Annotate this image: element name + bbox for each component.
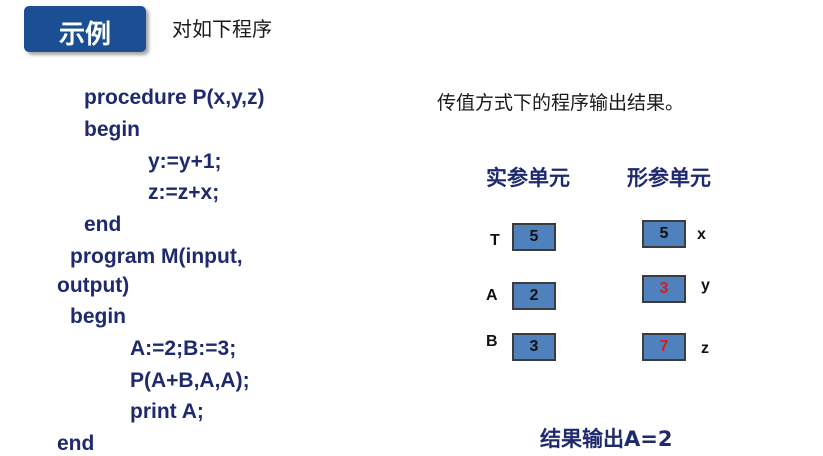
actual-cell: 2 — [512, 282, 556, 310]
code-line: print A; — [130, 400, 204, 423]
code-line: begin — [70, 305, 126, 328]
formal-cell-value: 5 — [659, 225, 669, 242]
formal-cell: 5 — [642, 220, 686, 248]
slide-subtitle: 对如下程序 — [172, 17, 272, 41]
formal-cell-value: 7 — [659, 338, 669, 355]
description-text: 传值方式下的程序输出结果。 — [437, 92, 685, 114]
formal-cell-value: 3 — [659, 280, 669, 297]
actual-cell-value: 3 — [529, 338, 539, 355]
code-line: end — [57, 432, 95, 455]
formal-cell: 7 — [642, 333, 686, 361]
code-line: P(A+B,A,A); — [130, 369, 250, 392]
code-line: procedure P(x,y,z) — [84, 86, 265, 109]
actual-cell-label: T — [490, 232, 500, 249]
actual-cell-label: B — [486, 333, 498, 350]
formal-cell: 3 — [642, 275, 686, 303]
actual-cell: 5 — [512, 223, 556, 251]
actual-cell-value: 5 — [529, 228, 539, 245]
example-badge: 示例 — [24, 6, 146, 52]
code-line: end — [84, 213, 122, 236]
result-text: 结果输出A=2 — [540, 427, 673, 451]
formal-cell-label: x — [697, 226, 706, 243]
code-line: z:=z+x; — [148, 181, 220, 204]
code-line: A:=2;B:=3; — [130, 337, 237, 360]
code-line: begin — [84, 118, 140, 141]
formal-cell-label: z — [701, 340, 709, 357]
code-line: output) — [57, 274, 130, 297]
example-badge-text: 示例 — [58, 20, 111, 50]
code-line: program M(input, — [70, 245, 243, 268]
actual-cell-label: A — [486, 287, 498, 304]
actual-cell: 3 — [512, 333, 556, 361]
actual-cell-value: 2 — [529, 287, 539, 304]
formal-cell-label: y — [701, 277, 710, 294]
code-line: y:=y+1; — [148, 150, 222, 173]
formal-params-header: 形参单元 — [627, 166, 711, 190]
actual-params-header: 实参单元 — [486, 166, 570, 190]
